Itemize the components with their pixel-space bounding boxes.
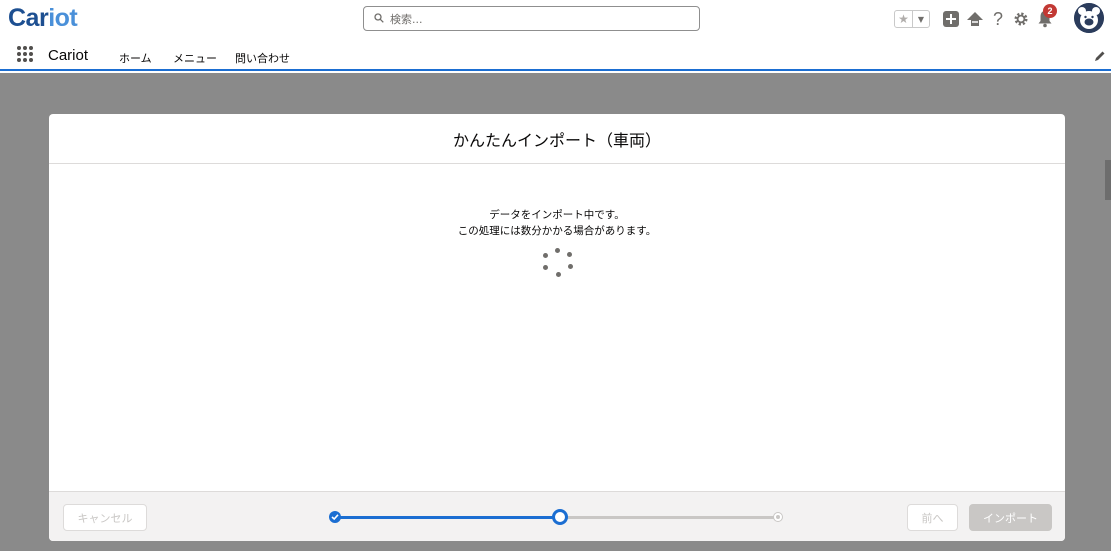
import-modal: かんたんインポート（車両） データをインポート中です。 この処理には数分かかる場… xyxy=(49,114,1065,541)
nav-item-contact[interactable]: 問い合わせ xyxy=(235,50,290,66)
cariot-logo[interactable]: Cariot xyxy=(8,4,78,33)
notification-badge: 2 xyxy=(1043,4,1057,18)
search-icon xyxy=(374,13,384,23)
chevron-down-icon[interactable]: ▼ xyxy=(913,11,929,27)
progress-indicator xyxy=(329,509,789,525)
user-avatar[interactable] xyxy=(1074,3,1104,33)
import-button[interactable]: インポート xyxy=(969,504,1052,531)
logo-part-1: Car xyxy=(8,4,49,32)
logo-part-2: iot xyxy=(48,4,78,32)
favorites-group[interactable]: ★ ▼ xyxy=(894,10,930,28)
search-input[interactable] xyxy=(390,10,680,28)
app-launcher-icon[interactable] xyxy=(17,46,33,62)
global-search[interactable] xyxy=(363,6,700,31)
loading-spinner-icon xyxy=(539,248,577,280)
progress-track-remaining xyxy=(560,516,780,519)
modal-header: かんたんインポート（車両） xyxy=(49,114,1065,164)
edit-pencil-icon[interactable] xyxy=(1094,50,1106,62)
app-name: Cariot xyxy=(48,47,89,64)
cancel-button[interactable]: キャンセル xyxy=(63,504,147,531)
import-status-note: この処理には数分かかる場合があります。 xyxy=(457,225,657,237)
trailhead-icon[interactable] xyxy=(966,10,984,28)
progress-step-2-current[interactable] xyxy=(552,509,568,525)
previous-button[interactable]: 前へ xyxy=(907,504,958,531)
progress-step-3-pending[interactable] xyxy=(774,513,782,521)
app-nav-bar: Cariot ホーム メニュー 問い合わせ xyxy=(0,40,1111,71)
modal-title: かんたんインポート（車両） xyxy=(452,130,661,150)
import-status-message: データをインポート中です。 xyxy=(489,209,625,221)
nav-item-menu[interactable]: メニュー xyxy=(173,50,217,66)
gear-icon[interactable] xyxy=(1012,10,1030,28)
modal-body: データをインポート中です。 この処理には数分かかる場合があります。 xyxy=(49,165,1065,491)
plus-icon[interactable] xyxy=(942,10,960,28)
background-scroll-edge xyxy=(1105,160,1111,200)
nav-item-home[interactable]: ホーム xyxy=(119,50,152,66)
progress-step-1-complete-icon[interactable] xyxy=(329,511,341,523)
progress-track-completed xyxy=(335,516,560,519)
global-header: Cariot ★ ▼ ? xyxy=(0,0,1111,40)
help-icon[interactable]: ? xyxy=(989,9,1007,29)
modal-footer: キャンセル 前へ インポート xyxy=(49,491,1065,541)
star-icon[interactable]: ★ xyxy=(895,11,913,27)
